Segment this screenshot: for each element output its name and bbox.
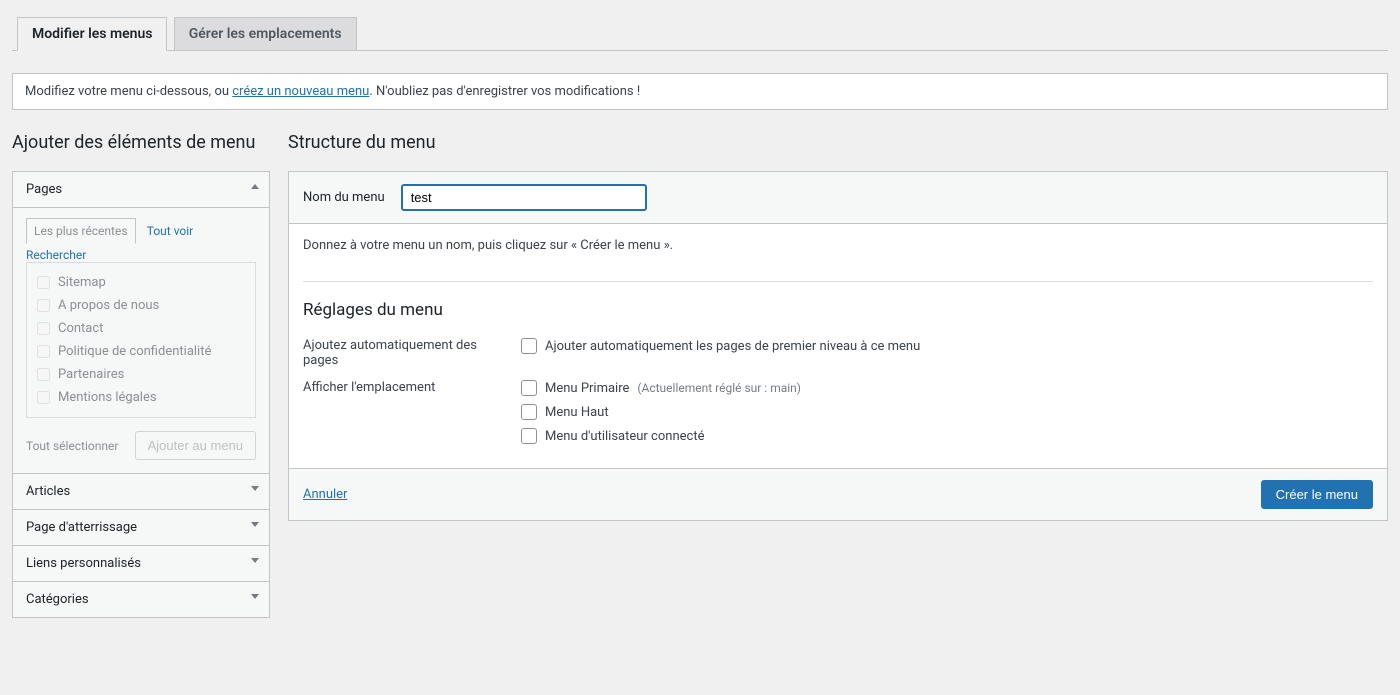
- subtab-recent[interactable]: Les plus récentes: [26, 218, 136, 244]
- pages-checklist: Sitemap A propos de nous Contact Politiq…: [26, 262, 256, 418]
- accordion-pages-header[interactable]: Pages: [13, 172, 269, 207]
- accordion-pages-label: Pages: [26, 182, 62, 197]
- accordion-categories-label: Catégories: [26, 592, 89, 607]
- accordion-landing-header[interactable]: Page d'atterrissage: [13, 510, 269, 545]
- chevron-down-icon: [251, 594, 259, 599]
- location-primary[interactable]: Menu Primaire (Actuellement réglé sur : …: [521, 378, 1373, 402]
- accordion-custom-links-label: Liens personnalisés: [26, 556, 141, 571]
- create-menu-button[interactable]: Créer le menu: [1261, 480, 1373, 509]
- menu-editor-header: Nom du menu: [289, 172, 1387, 224]
- page-checkbox[interactable]: [37, 276, 50, 289]
- tab-manage-locations[interactable]: Gérer les emplacements: [174, 17, 357, 51]
- location-top-checkbox[interactable]: [521, 404, 537, 420]
- location-logged-checkbox[interactable]: [521, 428, 537, 444]
- accordion-landing-label: Page d'atterrissage: [26, 520, 137, 535]
- subtab-view-all[interactable]: Tout voir: [139, 218, 202, 244]
- location-top-text: Menu Haut: [545, 405, 609, 420]
- chevron-up-icon: [251, 184, 259, 189]
- location-primary-checkbox[interactable]: [521, 380, 537, 396]
- auto-add-option[interactable]: Ajouter automatiquement les pages de pre…: [521, 336, 1373, 360]
- chevron-down-icon: [251, 522, 259, 527]
- page-label: Sitemap: [58, 275, 106, 290]
- accordion-custom-links-header[interactable]: Liens personnalisés: [13, 546, 269, 581]
- accordion-articles-label: Articles: [26, 484, 70, 499]
- menu-settings-title: Réglages du menu: [303, 300, 1373, 320]
- page-checkbox[interactable]: [37, 345, 50, 358]
- page-checkbox[interactable]: [37, 391, 50, 404]
- tab-modify-menus[interactable]: Modifier les menus: [17, 17, 167, 51]
- subtab-search[interactable]: Rechercher: [26, 248, 86, 262]
- auto-add-option-text: Ajouter automatiquement les pages de pre…: [545, 339, 920, 354]
- notice-prefix: Modifiez votre menu ci-dessous, ou: [25, 84, 232, 99]
- accordion-categories-header[interactable]: Catégories: [13, 582, 269, 617]
- list-item[interactable]: Politique de confidentialité: [37, 340, 245, 363]
- list-item[interactable]: A propos de nous: [37, 294, 245, 317]
- accordion-articles-header[interactable]: Articles: [13, 474, 269, 509]
- display-location-label: Afficher l'emplacement: [303, 378, 501, 395]
- location-top[interactable]: Menu Haut: [521, 402, 1373, 426]
- auto-add-label: Ajoutez automatiquement des pages: [303, 336, 501, 368]
- auto-add-checkbox[interactable]: [521, 338, 537, 354]
- add-to-menu-button[interactable]: Ajouter au menu: [135, 431, 256, 460]
- notice-suffix: . N'oubliez pas d'enregistrer vos modifi…: [369, 84, 640, 99]
- list-item[interactable]: Mentions légales: [37, 386, 245, 409]
- location-logged-text: Menu d'utilisateur connecté: [545, 429, 704, 444]
- chevron-down-icon: [251, 486, 259, 491]
- list-item[interactable]: Contact: [37, 317, 245, 340]
- structure-title: Structure du menu: [288, 132, 1388, 153]
- select-all-link[interactable]: Tout sélectionner: [26, 439, 118, 453]
- list-item[interactable]: Partenaires: [37, 363, 245, 386]
- page-checkbox[interactable]: [37, 322, 50, 335]
- page-label: Mentions légales: [58, 390, 157, 405]
- page-label: Partenaires: [58, 367, 124, 382]
- menu-editor-footer: Annuler Créer le menu: [289, 468, 1387, 520]
- menu-help-text: Donnez à votre menu un nom, puis cliquez…: [303, 238, 1373, 253]
- location-primary-hint: (Actuellement réglé sur : main): [637, 381, 801, 395]
- page-label: Politique de confidentialité: [58, 344, 211, 359]
- add-elements-title: Ajouter des éléments de menu: [12, 132, 270, 153]
- menu-name-label: Nom du menu: [303, 190, 385, 205]
- page-label: Contact: [58, 321, 103, 336]
- location-primary-text: Menu Primaire: [545, 381, 629, 396]
- page-checkbox[interactable]: [37, 368, 50, 381]
- chevron-down-icon: [251, 558, 259, 563]
- accordion-pages-body: Les plus récentes Tout voir Rechercher S…: [13, 207, 269, 473]
- create-new-menu-link[interactable]: créez un nouveau menu: [232, 84, 369, 99]
- cancel-link[interactable]: Annuler: [303, 487, 347, 502]
- list-item[interactable]: Sitemap: [37, 271, 245, 294]
- page-label: A propos de nous: [58, 298, 159, 313]
- divider: [303, 281, 1373, 282]
- accordion: Pages Les plus récentes Tout voir Recher…: [12, 171, 270, 618]
- page-checkbox[interactable]: [37, 299, 50, 312]
- nav-tabs: Modifier les menus Gérer les emplacement…: [12, 12, 1388, 51]
- location-logged[interactable]: Menu d'utilisateur connecté: [521, 426, 1373, 450]
- menu-editor: Nom du menu Donnez à votre menu un nom, …: [288, 171, 1388, 521]
- edit-notice: Modifiez votre menu ci-dessous, ou créez…: [12, 73, 1388, 110]
- menu-name-input[interactable]: [401, 184, 647, 211]
